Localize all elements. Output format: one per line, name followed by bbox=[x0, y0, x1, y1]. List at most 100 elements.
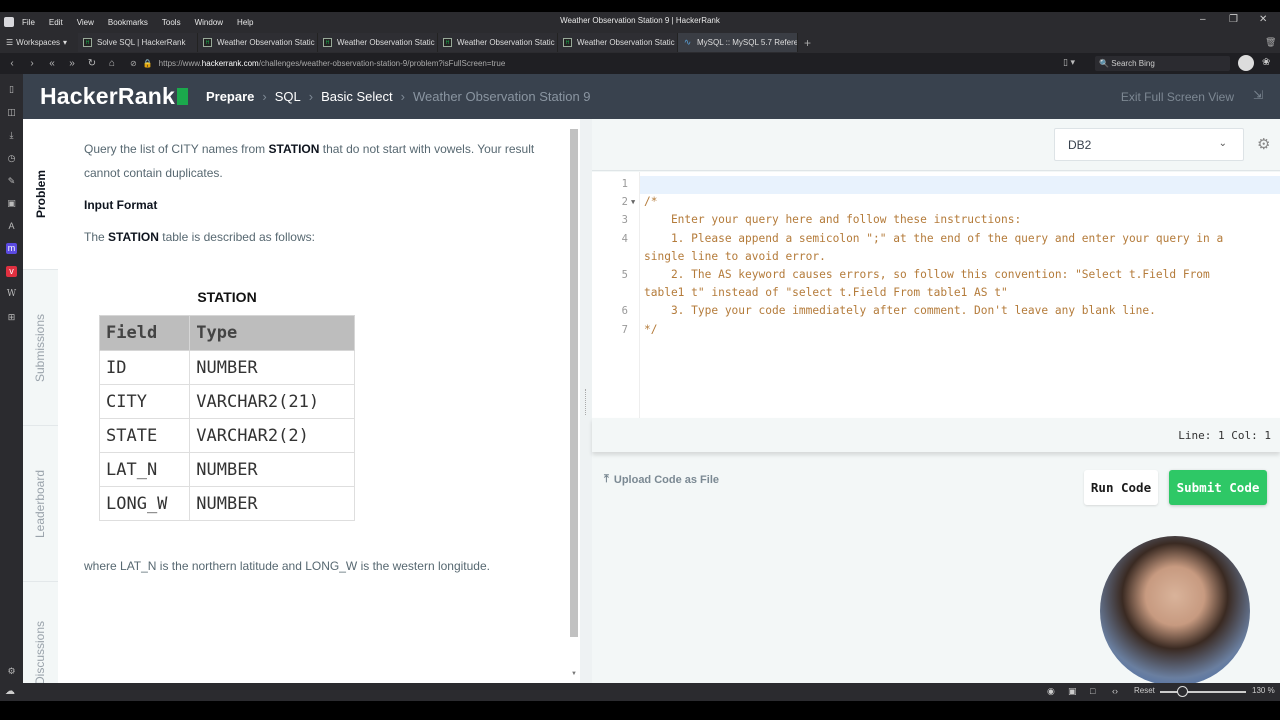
bookmarks-panel-icon[interactable]: ▯ bbox=[6, 84, 17, 95]
zoom-slider-handle[interactable] bbox=[1177, 686, 1188, 697]
tab-leaderboard[interactable]: Leaderboard bbox=[23, 425, 58, 581]
collapse-icon[interactable]: ⇲ bbox=[1253, 88, 1263, 102]
tab-label: Weather Observation Static bbox=[217, 38, 315, 47]
mastodon-icon[interactable]: m bbox=[6, 243, 17, 254]
address-bar-row: ‹ › « » ↻ ⌂ ⊘ 🔒 https://www.hackerrank.c… bbox=[0, 53, 1280, 74]
line-number: 3 bbox=[621, 214, 628, 227]
history-icon[interactable]: ◷ bbox=[6, 153, 17, 164]
screenshot-icon[interactable]: ◉ bbox=[1047, 686, 1055, 697]
tab-discussions[interactable]: Discussions bbox=[23, 581, 58, 683]
menu-edit[interactable]: Edit bbox=[49, 18, 63, 27]
problem-pane: Problem Submissions Leaderboard Discussi… bbox=[23, 119, 580, 683]
line-number: 6 bbox=[621, 305, 628, 318]
window-panel-icon[interactable]: ▣ bbox=[6, 198, 17, 209]
menu-window[interactable]: Window bbox=[195, 18, 223, 27]
breadcrumb-basic-select[interactable]: Basic Select bbox=[321, 89, 393, 104]
home-icon[interactable]: ⌂ bbox=[104, 58, 120, 69]
translate-icon[interactable]: A bbox=[6, 221, 17, 232]
minimize-icon[interactable]: – bbox=[1200, 14, 1206, 25]
zoom-slider[interactable] bbox=[1160, 691, 1246, 693]
table-footnote: where LAT_N is the northern latitude and… bbox=[84, 559, 490, 573]
extensions-icon[interactable]: ❀ bbox=[1262, 57, 1270, 68]
hackerrank-favicon-icon: H bbox=[83, 38, 92, 47]
browser-tab-active[interactable]: H Weather Observation Static bbox=[558, 33, 678, 52]
vivaldi-icon[interactable]: v bbox=[6, 266, 17, 277]
intro-bold: STATION bbox=[268, 142, 320, 156]
code-line: /* bbox=[644, 195, 658, 209]
workspaces-button[interactable]: ☰ Workspaces ▾ bbox=[0, 38, 78, 47]
intro-text: Query the list of CITY names from bbox=[84, 142, 269, 156]
hackerrank-favicon-icon: H bbox=[563, 38, 572, 47]
menu-file[interactable]: File bbox=[22, 18, 35, 27]
close-window-icon[interactable]: ✕ bbox=[1259, 14, 1267, 25]
fast-forward-icon[interactable]: » bbox=[64, 58, 80, 69]
code-icon[interactable]: ‹› bbox=[1112, 686, 1118, 696]
browser-tab[interactable]: ∿ MySQL :: MySQL 5.7 Refere bbox=[678, 33, 798, 52]
breadcrumb-prepare[interactable]: Prepare bbox=[206, 89, 254, 104]
tab-label: Submissions bbox=[33, 313, 48, 382]
tab-submissions[interactable]: Submissions bbox=[23, 269, 58, 425]
zoom-reset-button[interactable]: Reset bbox=[1134, 686, 1155, 695]
chevron-down-icon: ▾ bbox=[63, 38, 68, 47]
reading-list-icon[interactable]: ◫ bbox=[6, 107, 17, 118]
reload-icon[interactable]: ↻ bbox=[84, 58, 100, 69]
language-select[interactable]: DB2 ⌄ bbox=[1054, 128, 1244, 161]
desc-bold: STATION bbox=[108, 230, 159, 244]
browser-tab[interactable]: H Weather Observation Static bbox=[198, 33, 318, 52]
tab-problem[interactable]: Problem bbox=[23, 119, 58, 269]
scroll-down-icon[interactable]: ▼ bbox=[571, 671, 577, 677]
browser-tab[interactable]: H Weather Observation Static bbox=[438, 33, 558, 52]
settings-gear-icon[interactable]: ⚙ bbox=[6, 666, 17, 677]
bookmark-icon[interactable]: ▯ ▾ bbox=[1063, 57, 1075, 68]
desc-text: The bbox=[84, 230, 109, 244]
trash-icon[interactable]: 🗑 bbox=[1265, 37, 1276, 48]
menu-bookmarks[interactable]: Bookmarks bbox=[108, 18, 148, 27]
page-tiling-icon[interactable]: □ bbox=[1090, 686, 1095, 696]
menu-tools[interactable]: Tools bbox=[162, 18, 181, 27]
menu-view[interactable]: View bbox=[77, 18, 94, 27]
search-bing-input[interactable]: 🔍 Search Bing bbox=[1095, 56, 1230, 71]
submit-code-button[interactable]: Submit Code bbox=[1169, 470, 1267, 505]
type-cell: NUMBER bbox=[189, 486, 355, 521]
hackerrank-favicon-icon: H bbox=[443, 38, 452, 47]
wikipedia-icon[interactable]: W bbox=[6, 289, 17, 300]
upload-code-link[interactable]: ⤒ Upload Code as File bbox=[604, 473, 719, 486]
browser-tab[interactable]: H Weather Observation Static bbox=[318, 33, 438, 52]
pane-splitter[interactable] bbox=[580, 119, 592, 683]
run-code-button[interactable]: Run Code bbox=[1084, 470, 1158, 505]
line-gutter bbox=[592, 172, 640, 418]
tab-bar: ☰ Workspaces ▾ H Solve SQL | HackerRank H… bbox=[0, 32, 1280, 53]
notes-icon[interactable]: ✎ bbox=[6, 176, 17, 187]
vivaldi-logo-icon[interactable] bbox=[4, 17, 14, 27]
problem-scrollbar[interactable] bbox=[570, 129, 578, 637]
downloads-icon[interactable]: ⤓ bbox=[6, 130, 17, 141]
url-prefix: https://www. bbox=[158, 59, 202, 68]
browser-side-panel: ▯ ◫ ⤓ ◷ ✎ ▣ A m v W ⊞ ⚙ bbox=[0, 74, 23, 683]
hackerrank-logo[interactable]: HackerRank bbox=[40, 83, 188, 110]
menu-help[interactable]: Help bbox=[237, 18, 253, 27]
exit-full-screen-link[interactable]: Exit Full Screen View bbox=[1121, 90, 1234, 104]
url-field[interactable]: ⊘ 🔒 https://www.hackerrank.com/challenge… bbox=[130, 59, 505, 68]
hackerrank-favicon-icon: H bbox=[203, 38, 212, 47]
lock-icon: 🔒 bbox=[142, 59, 153, 68]
breadcrumb-current: Weather Observation Station 9 bbox=[412, 89, 591, 104]
editor-settings-gear-icon[interactable]: ⚙ bbox=[1257, 135, 1270, 153]
back-icon[interactable]: ‹ bbox=[4, 58, 20, 69]
restore-icon[interactable]: ❐ bbox=[1229, 14, 1238, 25]
add-panel-icon[interactable]: ⊞ bbox=[6, 312, 17, 323]
image-icon[interactable]: ▣ bbox=[1068, 686, 1077, 697]
field-cell: ID bbox=[98, 350, 191, 385]
mysql-favicon-icon: ∿ bbox=[683, 37, 692, 47]
type-cell: NUMBER bbox=[189, 350, 355, 385]
rewind-icon[interactable]: « bbox=[44, 58, 60, 69]
sync-cloud-icon[interactable]: ☁ bbox=[5, 686, 15, 697]
forward-icon[interactable]: › bbox=[24, 58, 40, 69]
profile-avatar-icon[interactable] bbox=[1238, 55, 1254, 71]
new-tab-icon[interactable]: + bbox=[804, 36, 811, 50]
breadcrumb-sql[interactable]: SQL bbox=[275, 89, 301, 104]
code-editor[interactable]: 1 2 ▼ /* 3 Enter your query here and follow … bbox=[592, 172, 1280, 418]
drag-handle-icon[interactable] bbox=[585, 389, 587, 415]
browser-tab[interactable]: H Solve SQL | HackerRank bbox=[78, 33, 198, 52]
chevron-right-icon: › bbox=[308, 89, 314, 104]
fold-toggle-icon[interactable]: ▼ bbox=[631, 198, 635, 206]
